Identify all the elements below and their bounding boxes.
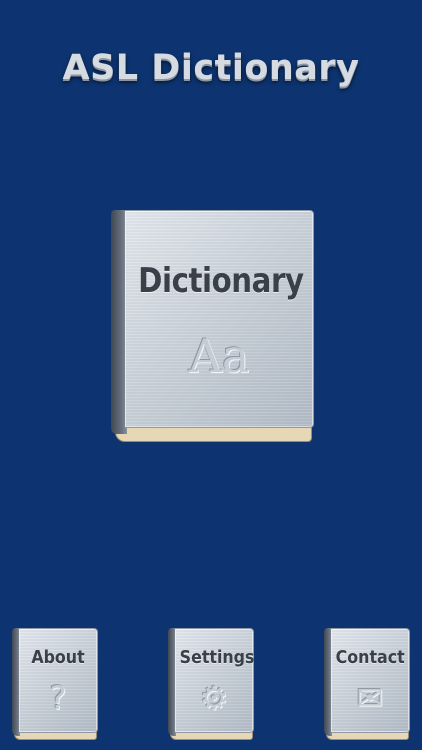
about-button[interactable]: About ? xyxy=(12,628,98,740)
contact-button[interactable]: Contact ✉ xyxy=(324,628,410,740)
settings-button[interactable]: Settings ⚙ xyxy=(168,628,254,740)
settings-label: Settings xyxy=(179,647,255,668)
contact-label: Contact xyxy=(335,647,405,668)
dictionary-button[interactable]: Dictionary Aa xyxy=(111,210,314,442)
question-icon: ? xyxy=(49,679,67,717)
about-label: About xyxy=(31,647,85,668)
book-cover: Contact ✉ xyxy=(331,628,410,733)
app-title: ASL Dictionary xyxy=(62,48,360,88)
font-aa-icon: Aa xyxy=(188,329,250,383)
book-cover: About ? xyxy=(19,628,98,733)
book-cover: Dictionary Aa xyxy=(125,210,314,428)
envelope-icon: ✉ xyxy=(356,679,384,717)
dictionary-label: Dictionary xyxy=(138,261,304,301)
book-cover: Settings ⚙ xyxy=(175,628,254,733)
gear-icon: ⚙ xyxy=(199,679,229,717)
